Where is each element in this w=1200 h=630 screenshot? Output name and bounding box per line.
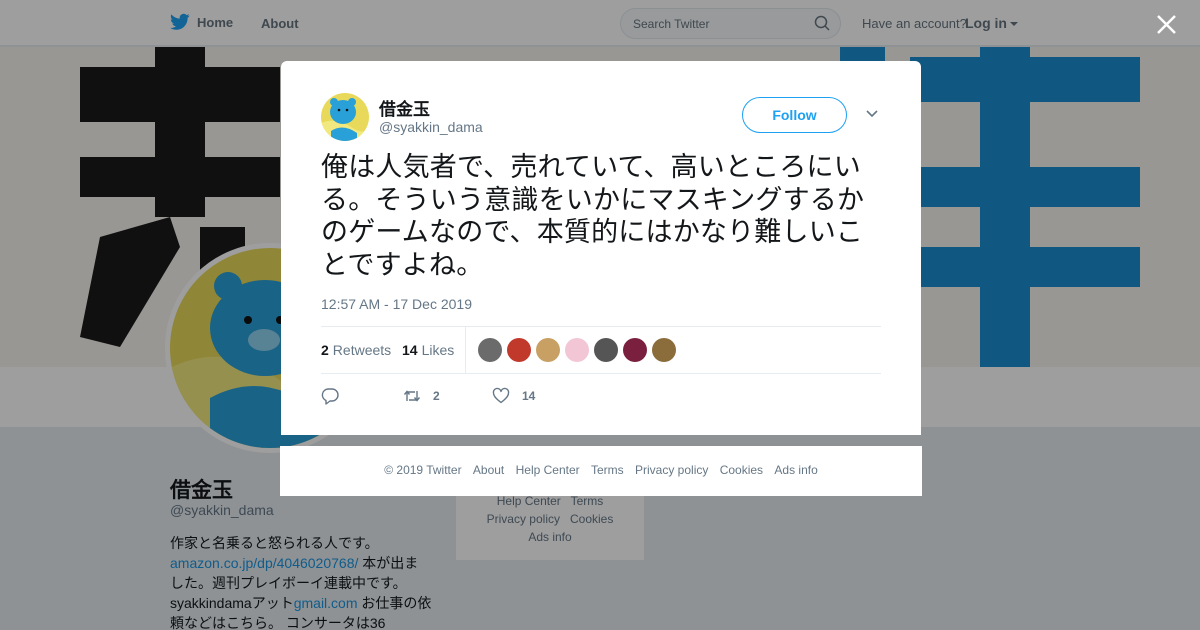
retweet-action[interactable]: 2 [403,387,440,405]
liker-avatar[interactable] [652,338,676,362]
retweets-stat[interactable]: 2 Retweets [321,342,391,358]
liker-avatar[interactable] [536,338,560,362]
tweet-actions: 2 14 [321,383,881,409]
likes-stat[interactable]: 14 Likes [402,342,454,358]
modal-footer: © 2019 Twitter About Help Center Terms P… [280,446,922,496]
follow-button[interactable]: Follow [742,97,847,133]
reply-action[interactable] [321,387,351,405]
tweet-text: 俺は人気者で、売れていて、高いところにいる。そういう意識をいかにマスキングするか… [321,152,865,281]
retweet-icon [403,390,421,402]
liker-avatar[interactable] [623,338,647,362]
tweet-stats: 2 Retweets 14 Likes [321,326,881,374]
like-action[interactable]: 14 [492,387,535,405]
footer-help-center-link[interactable]: Help Center [516,463,580,477]
liker-avatar[interactable] [594,338,618,362]
close-icon[interactable] [1156,14,1177,35]
liker-avatar[interactable] [478,338,502,362]
likes-label: Likes [421,342,455,358]
tweet-modal: 借金玉 @syakkin_dama Follow 俺は人気者で、売れていて、高い… [281,61,921,435]
footer-terms-link[interactable]: Terms [591,463,624,477]
like-action-count: 14 [522,389,536,403]
footer-ads-info-link[interactable]: Ads info [774,463,817,477]
liker-avatar[interactable] [507,338,531,362]
chevron-down-icon[interactable] [865,109,879,119]
tweet-timestamp[interactable]: 12:57 AM - 17 Dec 2019 [321,296,472,312]
heart-icon [492,387,510,404]
retweets-count: 2 [321,342,329,358]
tweet-author-name[interactable]: 借金玉 [379,95,430,120]
footer-about-link[interactable]: About [473,463,504,477]
footer-privacy-link[interactable]: Privacy policy [635,463,708,477]
reply-icon [321,388,339,405]
liker-avatar[interactable] [565,338,589,362]
retweets-label: Retweets [332,342,392,358]
footer-cookies-link[interactable]: Cookies [720,463,763,477]
tweet-author-avatar[interactable] [321,93,369,141]
footer-copyright: © 2019 Twitter [384,463,462,477]
tweet-author-handle[interactable]: @syakkin_dama [379,119,483,135]
bear-avatar-image [321,93,369,141]
likes-count: 14 [402,342,418,358]
retweet-action-count: 2 [433,389,440,403]
stats-divider [465,327,466,374]
liker-avatars [478,338,676,362]
